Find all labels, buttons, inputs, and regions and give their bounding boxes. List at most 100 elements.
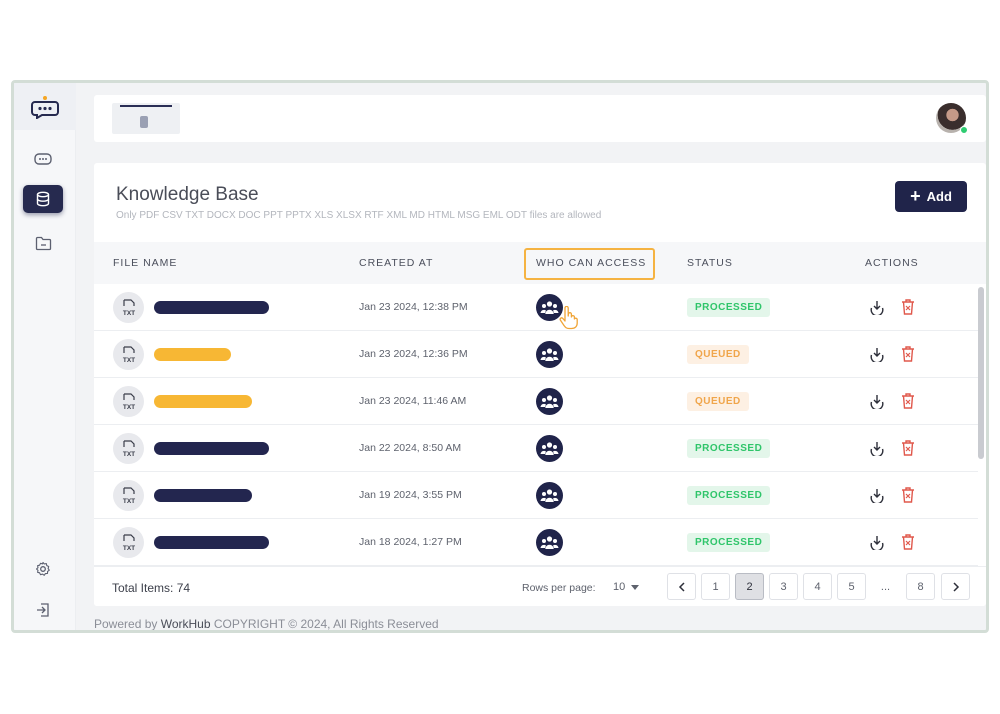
top-header xyxy=(94,95,986,142)
column-actions: ACTIONS xyxy=(865,257,919,269)
group-users-icon xyxy=(540,536,559,549)
created-at: Jan 18 2024, 1:27 PM xyxy=(359,536,462,548)
column-status[interactable]: STATUS xyxy=(687,257,733,269)
page-button[interactable]: 2 xyxy=(735,573,764,600)
caret-down-icon[interactable] xyxy=(631,585,639,590)
trash-icon xyxy=(902,346,914,362)
sidebar-item-knowledge-base[interactable] xyxy=(23,185,63,213)
page-button[interactable]: 3 xyxy=(769,573,798,600)
powered-brand[interactable]: WorkHub xyxy=(161,617,211,630)
column-created-at[interactable]: CREATED AT xyxy=(359,257,433,269)
txt-file-icon: TXT xyxy=(113,480,144,511)
file-name-redacted[interactable] xyxy=(154,395,252,408)
trash-icon xyxy=(902,393,914,409)
column-file-name[interactable]: FILE NAME xyxy=(113,257,177,269)
database-icon xyxy=(36,191,50,207)
status-badge: QUEUED xyxy=(687,392,749,411)
knowledge-base-card: Knowledge Base Only PDF CSV TXT DOCX DOC… xyxy=(94,163,986,606)
table-row[interactable]: TXT Jan 22 2024, 8:50 AM PROCESSED xyxy=(94,425,978,472)
sidebar-logout[interactable] xyxy=(23,596,63,624)
download-button[interactable] xyxy=(869,299,885,320)
txt-file-icon: TXT xyxy=(113,527,144,558)
file-name-redacted[interactable] xyxy=(154,301,269,314)
sidebar-item-files[interactable] xyxy=(23,229,63,257)
page-button[interactable]: 5 xyxy=(837,573,866,600)
table-row[interactable]: TXT Jan 23 2024, 11:46 AM QUEUED xyxy=(94,378,978,425)
settings-gear-icon xyxy=(35,561,50,576)
download-button[interactable] xyxy=(869,534,885,555)
table-row[interactable]: TXT Jan 23 2024, 12:38 PM PROCESSED xyxy=(94,284,978,331)
txt-file-icon: TXT xyxy=(113,386,144,417)
add-button[interactable]: + Add xyxy=(895,181,967,212)
delete-button[interactable] xyxy=(900,392,916,415)
allowed-file-types: Only PDF CSV TXT DOCX DOC PPT PPTX XLS X… xyxy=(116,210,602,221)
group-users-icon xyxy=(540,301,559,314)
page-button[interactable]: 8 xyxy=(906,573,935,600)
page-button[interactable]: 1 xyxy=(701,573,730,600)
trash-icon xyxy=(902,487,914,503)
status-badge: PROCESSED xyxy=(687,439,771,458)
workspace-thumbnail[interactable] xyxy=(112,103,180,134)
access-button[interactable] xyxy=(536,482,563,509)
file-name-redacted[interactable] xyxy=(154,489,252,502)
status-badge: PROCESSED xyxy=(687,533,771,552)
delete-button[interactable] xyxy=(900,345,916,368)
download-button[interactable] xyxy=(869,346,885,367)
table-row[interactable]: TXT Jan 18 2024, 1:27 PM PROCESSED xyxy=(94,519,978,566)
rows-per-page-label: Rows per page: xyxy=(522,582,596,594)
svg-text:TXT: TXT xyxy=(122,310,134,317)
download-button[interactable] xyxy=(869,487,885,508)
table-scrollbar[interactable] xyxy=(978,287,984,459)
table-row[interactable]: TXT Jan 19 2024, 3:55 PM PROCESSED xyxy=(94,472,978,519)
table-row[interactable]: TXT Jan 23 2024, 12:36 PM QUEUED xyxy=(94,331,978,378)
table-header: FILE NAME CREATED AT WHO CAN ACCESS STAT… xyxy=(94,242,986,284)
trash-icon xyxy=(902,299,914,315)
status-badge: PROCESSED xyxy=(687,486,771,505)
online-status-dot xyxy=(960,126,968,134)
delete-button[interactable] xyxy=(900,486,916,509)
access-button[interactable] xyxy=(536,435,563,462)
sidebar-item-chatbots[interactable] xyxy=(23,145,63,173)
column-who-can-access[interactable]: WHO CAN ACCESS xyxy=(536,257,646,269)
delete-button[interactable] xyxy=(900,533,916,556)
group-users-icon xyxy=(540,395,559,408)
status-badge: QUEUED xyxy=(687,345,749,364)
table-body: TXT Jan 23 2024, 12:38 PM PROCESSED TXT Jan … xyxy=(94,284,986,566)
chatbot-icon xyxy=(34,153,52,165)
sidebar-settings[interactable] xyxy=(23,555,63,583)
rows-per-page-select[interactable]: 10 xyxy=(613,581,625,593)
delete-button[interactable] xyxy=(900,298,916,321)
download-button[interactable] xyxy=(869,393,885,414)
prev-page-button[interactable] xyxy=(667,573,696,600)
trash-icon xyxy=(902,534,914,550)
file-name-redacted[interactable] xyxy=(154,536,269,549)
page-title: Knowledge Base xyxy=(116,184,259,205)
download-button[interactable] xyxy=(869,440,885,461)
plus-icon: + xyxy=(910,185,921,206)
hand-cursor-icon xyxy=(559,306,578,330)
delete-button[interactable] xyxy=(900,439,916,462)
file-name-redacted[interactable] xyxy=(154,442,269,455)
download-icon xyxy=(870,348,884,364)
access-button[interactable] xyxy=(536,529,563,556)
total-items: Total Items: 74 xyxy=(112,581,191,595)
created-at: Jan 22 2024, 8:50 AM xyxy=(359,442,462,454)
footer-copyright: Powered by WorkHub COPYRIGHT © 2024, All… xyxy=(94,617,439,630)
app-logo[interactable] xyxy=(14,83,76,130)
svg-text:TXT: TXT xyxy=(122,357,134,364)
file-name-redacted[interactable] xyxy=(154,348,231,361)
download-icon xyxy=(870,442,884,458)
page-button[interactable]: 4 xyxy=(803,573,832,600)
chevron-right-icon xyxy=(952,581,959,592)
txt-file-icon: TXT xyxy=(113,433,144,464)
access-button[interactable] xyxy=(536,341,563,368)
access-button[interactable] xyxy=(536,388,563,415)
svg-text:TXT: TXT xyxy=(122,498,134,505)
chat-logo-icon xyxy=(31,95,59,119)
trash-icon xyxy=(902,440,914,456)
group-users-icon xyxy=(540,442,559,455)
group-users-icon xyxy=(540,348,559,361)
svg-text:TXT: TXT xyxy=(122,451,134,458)
next-page-button[interactable] xyxy=(941,573,970,600)
chevron-left-icon xyxy=(678,581,685,592)
